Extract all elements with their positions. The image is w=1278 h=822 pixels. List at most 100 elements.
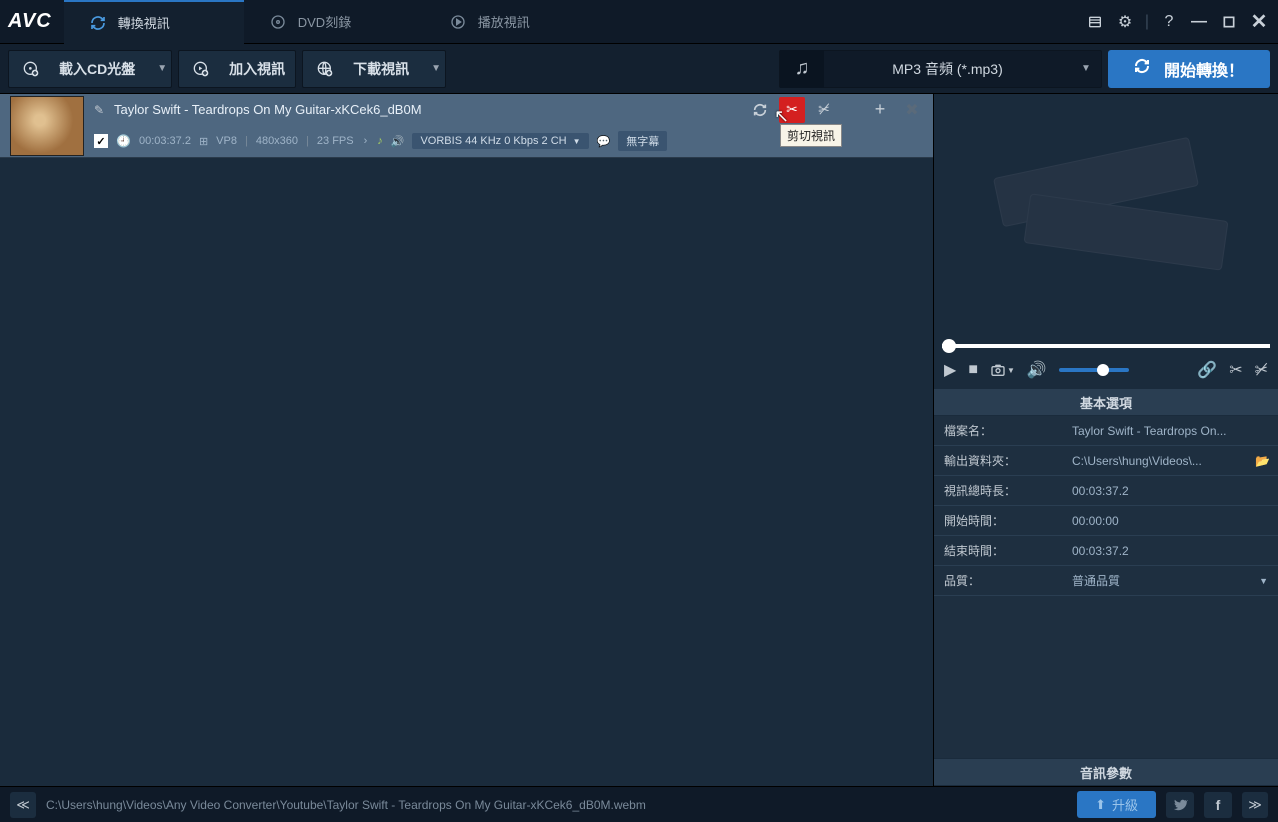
collapse-button[interactable]: ≪ <box>10 792 36 818</box>
maximize-button[interactable] <box>1218 11 1240 33</box>
subtitle-label[interactable]: 無字幕 <box>618 131 667 151</box>
video-list-item[interactable]: ✎ Taylor Swift - Teardrops On My Guitar-… <box>0 94 933 158</box>
video-resolution: 480x360 <box>256 135 298 147</box>
film-reel-placeholder-icon <box>996 147 1216 287</box>
stop-button[interactable]: ■ <box>968 361 978 379</box>
merge-icon[interactable]: ✂̸ <box>811 97 837 123</box>
film-icon: ⊞ <box>199 135 208 148</box>
upgrade-button[interactable]: ⬆ 升級 <box>1077 791 1156 818</box>
prop-filename-value[interactable]: Taylor Swift - Teardrops On... <box>1064 424 1278 438</box>
basic-options-header[interactable]: 基本選項 <box>934 388 1278 416</box>
cut-tooltip: 剪切視訊 <box>780 124 842 147</box>
prop-quality-value[interactable]: 普通品質 ▼ <box>1064 572 1278 589</box>
minimize-button[interactable]: — <box>1188 11 1210 33</box>
close-button[interactable]: ✕ <box>1248 11 1270 33</box>
video-fps: 23 FPS <box>317 135 354 147</box>
facebook-button[interactable]: f <box>1204 792 1232 818</box>
settings-icon[interactable]: ⚙ <box>1114 11 1136 33</box>
item-actions: ✂ ✂̸ + ✖ <box>747 97 925 123</box>
volume-thumb[interactable] <box>1097 364 1109 376</box>
tab-play-label: 播放視訊 <box>478 12 530 31</box>
start-convert-button[interactable]: 開始轉換！ <box>1108 50 1270 88</box>
tab-convert[interactable]: 轉換視訊 <box>64 0 244 44</box>
properties-panel: 檔案名： Taylor Swift - Teardrops On... 輸出資料… <box>934 416 1278 758</box>
seek-thumb[interactable] <box>942 339 956 353</box>
upgrade-arrow-icon: ⬆ <box>1095 797 1106 813</box>
music-icon: ♪ <box>377 135 383 147</box>
twitter-button[interactable] <box>1166 792 1194 818</box>
expand-button[interactable]: ≫ <box>1242 792 1268 818</box>
video-preview[interactable] <box>934 94 1278 340</box>
prop-end-value[interactable]: 00:03:37.2 <box>1064 544 1278 558</box>
add-video-button[interactable]: 加入視訊 <box>178 50 296 88</box>
add-video-label: 加入視訊 <box>229 59 285 79</box>
seek-track <box>942 344 1270 348</box>
separator: | <box>1144 11 1150 33</box>
volume-slider[interactable] <box>1059 368 1129 372</box>
clock-icon: 🕘 <box>116 134 131 148</box>
no-cut-icon[interactable]: ✂̸ <box>1255 360 1268 380</box>
tab-play[interactable]: 播放視訊 <box>424 0 604 44</box>
prop-duration-label: 視訊總時長： <box>934 482 1064 499</box>
tab-dvd[interactable]: DVD刻錄 <box>244 0 424 44</box>
upgrade-label: 升級 <box>1112 795 1138 814</box>
snapshot-button[interactable]: ▼ <box>990 362 1015 378</box>
caret-down-icon: ▼ <box>573 137 581 146</box>
prop-start-value[interactable]: 00:00:00 <box>1064 514 1278 528</box>
download-video-button[interactable]: 下載視訊 ▼ <box>302 50 446 88</box>
seek-bar[interactable] <box>942 340 1270 352</box>
remove-item-icon[interactable]: ✖ <box>899 97 925 123</box>
play-button[interactable]: ▶ <box>944 360 956 380</box>
prop-quality-text: 普通品質 <box>1072 572 1120 589</box>
audio-info-dropdown[interactable]: VORBIS 44 KHz 0 Kbps 2 CH ▼ <box>412 133 588 149</box>
window-controls: ⚙ | ? — ✕ <box>1084 11 1270 33</box>
tab-dvd-label: DVD刻錄 <box>298 12 351 31</box>
prop-row-duration: 視訊總時長： 00:03:37.2 <box>934 476 1278 506</box>
prop-row-filename: 檔案名： Taylor Swift - Teardrops On... <box>934 416 1278 446</box>
music-note-icon: ♫ <box>780 50 824 88</box>
select-checkbox[interactable]: ✓ <box>94 134 108 148</box>
prop-output-value[interactable]: C:\Users\hung\Videos\... 📂 <box>1064 454 1278 468</box>
folder-open-icon[interactable]: 📂 <box>1255 454 1270 468</box>
refresh-item-icon[interactable] <box>747 97 773 123</box>
chevron-right-icon: › <box>364 135 368 147</box>
video-thumbnail[interactable] <box>10 96 84 156</box>
link-icon[interactable]: 🔗 <box>1197 360 1217 380</box>
volume-icon[interactable]: 🔊 <box>1027 360 1047 380</box>
separator: | <box>306 135 309 147</box>
prop-row-quality: 品質： 普通品質 ▼ <box>934 566 1278 596</box>
disc-add-icon <box>19 57 43 81</box>
prop-output-label: 輸出資料夾： <box>934 452 1064 469</box>
audio-params-label: 音訊參數 <box>1080 763 1132 782</box>
basic-options-label: 基本選項 <box>1080 393 1132 412</box>
cut-icon[interactable]: ✂ <box>1229 360 1242 380</box>
video-list: ✎ Taylor Swift - Teardrops On My Guitar-… <box>0 94 934 786</box>
add-item-icon[interactable]: + <box>867 97 893 123</box>
subtitle-icon: 💬 <box>597 135 611 148</box>
caret-down-icon: ▼ <box>157 63 167 74</box>
separator: | <box>245 135 248 147</box>
audio-params-header[interactable]: 音訊參數 <box>934 758 1278 786</box>
prop-row-output: 輸出資料夾： C:\Users\hung\Videos\... 📂 <box>934 446 1278 476</box>
video-codec: VP8 <box>216 135 237 147</box>
cut-video-button[interactable]: ✂ <box>779 97 805 123</box>
caret-down-icon: ▼ <box>431 63 441 74</box>
app-logo: AVC <box>8 10 52 33</box>
caret-down-icon: ▼ <box>1071 63 1101 74</box>
prop-duration-value: 00:03:37.2 <box>1064 484 1278 498</box>
list-icon[interactable] <box>1084 11 1106 33</box>
help-icon[interactable]: ? <box>1158 11 1180 33</box>
main-toolbar: 載入CD光盤 ▼ 加入視訊 下載視訊 ▼ ♫ MP3 音頻 (*.mp3) ▼ … <box>0 44 1278 94</box>
prop-end-label: 結束時間： <box>934 542 1064 559</box>
globe-add-icon <box>313 57 337 81</box>
audio-info-label: VORBIS 44 KHz 0 Kbps 2 CH <box>420 135 566 147</box>
prop-quality-label: 品質： <box>934 572 1064 589</box>
pencil-icon[interactable]: ✎ <box>94 103 108 117</box>
prop-output-text: C:\Users\hung\Videos\... <box>1072 454 1202 468</box>
add-cd-button[interactable]: 載入CD光盤 ▼ <box>8 50 172 88</box>
output-format-label: MP3 音頻 (*.mp3) <box>824 59 1071 79</box>
output-format-selector[interactable]: ♫ MP3 音頻 (*.mp3) ▼ <box>779 50 1102 88</box>
tab-convert-label: 轉換視訊 <box>118 13 170 32</box>
play-circle-icon <box>450 14 466 30</box>
content-area: ✎ Taylor Swift - Teardrops On My Guitar-… <box>0 94 1278 786</box>
